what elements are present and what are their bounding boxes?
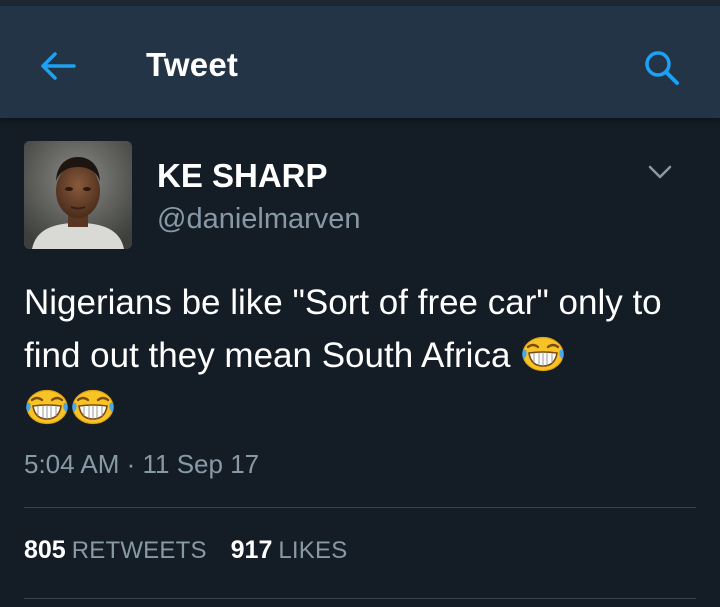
likes-label: Likes: [278, 537, 348, 564]
back-button[interactable]: [30, 42, 86, 90]
likes-count: 917: [230, 536, 273, 564]
author-name[interactable]: KE SHARP: [157, 157, 328, 195]
divider: [24, 507, 696, 508]
arrow-left-icon: [41, 52, 76, 80]
laughing-emoji-icon: [70, 388, 116, 426]
retweets-label: Retweets: [71, 537, 207, 564]
tweet-timestamp: 5:04 AM · 11 Sep 17: [24, 449, 260, 479]
divider: [24, 598, 696, 599]
search-button[interactable]: [636, 42, 688, 94]
tweet-text: Nigerians be like "Sort of free car" onl…: [24, 276, 704, 435]
app-bar: Tweet: [0, 6, 720, 118]
tweet-stats: 805 Retweets 917 Likes: [24, 536, 347, 565]
retweets-stat[interactable]: 805 Retweets: [24, 536, 207, 565]
profile-photo: [24, 141, 132, 249]
page-title: Tweet: [146, 46, 239, 83]
tweet-menu-button[interactable]: [640, 152, 680, 192]
retweets-count: 805: [24, 536, 66, 564]
laughing-emoji-icon: [520, 335, 566, 373]
author-handle[interactable]: @danielmarven: [157, 203, 361, 236]
search-icon: [645, 51, 679, 85]
likes-stat[interactable]: 917 Likes: [231, 536, 348, 565]
laughing-emoji-icon: [24, 388, 70, 426]
avatar[interactable]: [24, 141, 132, 249]
chevron-down-icon: [648, 165, 672, 179]
